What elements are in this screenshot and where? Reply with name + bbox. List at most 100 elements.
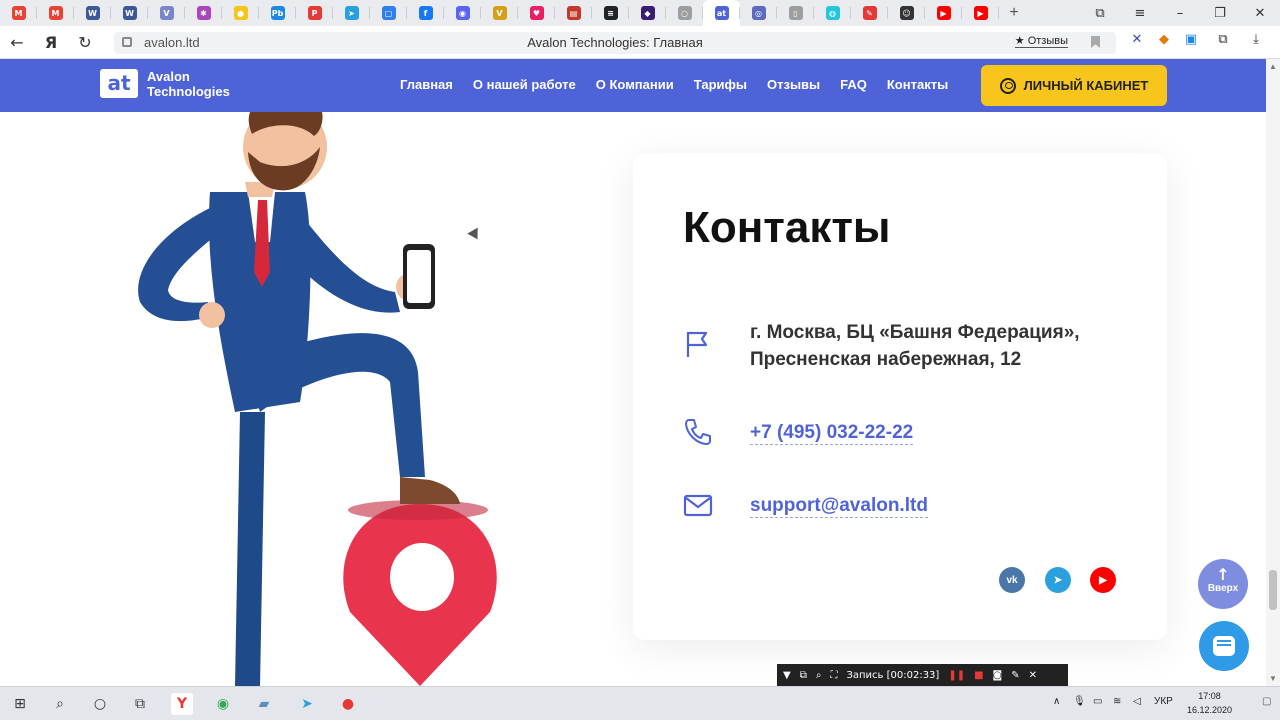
browser-tab[interactable]: ◎ — [740, 0, 777, 26]
nav-link-work[interactable]: О нашей работе — [473, 77, 576, 92]
nav-link-home[interactable]: Главная — [400, 77, 453, 92]
browser-tab[interactable]: ○ — [666, 0, 703, 26]
chrome-icon[interactable]: ◉ — [212, 693, 234, 715]
youtube-icon[interactable]: ▶ — [1090, 567, 1116, 593]
browser-tab[interactable]: ➤ — [333, 0, 370, 26]
download-icon[interactable]: ⤓ — [1247, 31, 1265, 49]
browser-tab[interactable]: ♥ — [518, 0, 555, 26]
minimize-icon[interactable]: – — [1160, 6, 1200, 21]
businessman-illustration — [138, 112, 497, 686]
pause-icon[interactable]: ❚❚ — [948, 670, 965, 681]
pinwheel-icon: ✱ — [196, 6, 211, 20]
new-tab-button[interactable]: + — [999, 4, 1029, 22]
browser-tab[interactable]: ✎ — [851, 0, 888, 26]
cortana-icon[interactable]: ○ — [89, 693, 111, 715]
browser-tab[interactable]: ◍ — [814, 0, 851, 26]
taskbar-clock[interactable]: 17:08 16.12.2020 — [1187, 689, 1232, 717]
nav-link-company[interactable]: О Компании — [596, 77, 674, 92]
region-icon[interactable]: ⛶ — [830, 670, 837, 681]
main-nav: Главная О нашей работе О Компании Тарифы… — [400, 77, 968, 92]
battery-icon[interactable]: ▭ — [1093, 696, 1102, 707]
browser-tab[interactable]: ▢ — [370, 0, 407, 26]
close-icon[interactable]: ✕ — [1240, 6, 1280, 21]
browser-tab[interactable]: ☺ — [888, 0, 925, 26]
metamask-icon[interactable]: ◆ — [1155, 31, 1173, 49]
wifi-icon[interactable]: ≋ — [1113, 696, 1121, 707]
browser-tab[interactable]: ◉ — [444, 0, 481, 26]
extension-icon[interactable]: ✕ — [1128, 31, 1146, 49]
chat-widget-button[interactable] — [1199, 621, 1249, 671]
personal-cabinet-button[interactable]: ЛИЧНЫЙ КАБИНЕТ — [981, 65, 1167, 106]
email-link[interactable]: support@avalon.ltd — [750, 495, 928, 518]
nav-link-contacts[interactable]: Контакты — [887, 77, 948, 92]
phone-link[interactable]: +7 (495) 032-22-22 — [750, 422, 914, 445]
stop-icon[interactable]: ■ — [974, 670, 983, 681]
browser-tab[interactable]: M — [37, 0, 74, 26]
notifications-icon[interactable]: ▢ — [1262, 696, 1271, 707]
browser-tab[interactable]: ▯ — [777, 0, 814, 26]
scroll-down-icon[interactable]: ▼ — [1269, 674, 1277, 683]
volume-icon[interactable]: ◁ — [1133, 696, 1141, 707]
browser-tab[interactable]: V — [148, 0, 185, 26]
browser-tab[interactable]: at — [703, 0, 740, 26]
translate-icon[interactable]: ⧉ — [1214, 31, 1232, 49]
browser-tab[interactable]: ▶ — [962, 0, 999, 26]
back-arrow-icon[interactable]: ← — [0, 33, 34, 52]
telegram-taskbar-icon[interactable]: ➤ — [296, 693, 318, 715]
zoom-icon[interactable]: ⌕ — [816, 670, 822, 681]
tray-chevron-icon[interactable]: ∧ — [1053, 696, 1060, 707]
browser-tab[interactable]: ◆ — [629, 0, 666, 26]
browser-tab[interactable]: W — [111, 0, 148, 26]
url-field[interactable]: avalon.ltd Avalon Technologies: Главная … — [114, 32, 1116, 54]
browser-tab[interactable]: f — [407, 0, 444, 26]
recorder-taskbar-icon[interactable]: ● — [337, 693, 359, 715]
scrollbar-thumb[interactable] — [1269, 570, 1277, 610]
menu-icon[interactable]: ≡ — [1120, 6, 1160, 21]
browser-tab[interactable]: V — [481, 0, 518, 26]
chat-icon: ▢ — [381, 6, 396, 20]
browser-tab[interactable]: P — [296, 0, 333, 26]
restore-icon[interactable]: ❐ — [1200, 6, 1240, 21]
browser-tab[interactable]: ▤ — [555, 0, 592, 26]
yandex-browser-icon[interactable]: Y — [171, 693, 193, 715]
browser-tab[interactable]: M — [0, 0, 37, 26]
collections-icon[interactable]: ⧉ — [1080, 6, 1120, 21]
scroll-top-button[interactable]: ↑ Вверх — [1198, 559, 1248, 609]
task-view-icon[interactable]: ⧉ — [129, 693, 151, 715]
nav-link-reviews[interactable]: Отзывы — [767, 77, 820, 92]
window-icon[interactable]: ⧉ — [800, 670, 807, 681]
scroll-up-icon[interactable]: ▲ — [1269, 62, 1277, 71]
telegram-icon[interactable]: ➤ — [1045, 567, 1071, 593]
reviews-chip[interactable]: ★ Отзывы — [1014, 34, 1068, 48]
language-indicator[interactable]: УКР — [1154, 696, 1173, 707]
vk-icon[interactable]: vk — [999, 567, 1025, 593]
browser-tab[interactable]: ● — [222, 0, 259, 26]
logo-icon[interactable]: at — [100, 69, 138, 98]
camera-icon[interactable]: ◙ — [993, 670, 1003, 681]
search-icon[interactable]: ⌕ — [49, 693, 71, 715]
address-text: г. Москва, БЦ «Башня Федерация», Преснен… — [750, 319, 1130, 373]
browser-tab[interactable]: ✱ — [185, 0, 222, 26]
flag-icon — [686, 331, 708, 357]
browser-tab[interactable]: ▶ — [925, 0, 962, 26]
browser-tab[interactable]: Pb — [259, 0, 296, 26]
browser-tab[interactable]: ≡ — [592, 0, 629, 26]
files-icon[interactable]: ▰ — [253, 693, 275, 715]
email-icon — [683, 494, 713, 517]
microphone-icon[interactable]: 🎙 — [1073, 696, 1086, 707]
dropdown-icon[interactable]: ▼ — [783, 670, 791, 681]
reload-icon[interactable]: ↻ — [68, 33, 102, 52]
avalon-icon: at — [714, 6, 729, 20]
close-recorder-icon[interactable]: ✕ — [1029, 670, 1037, 681]
browser-tab[interactable]: W — [74, 0, 111, 26]
telegram-icon: ➤ — [344, 6, 359, 20]
logo-text[interactable]: Avalon Technologies — [147, 69, 257, 99]
windows-start-icon[interactable]: ⊞ — [9, 693, 31, 715]
pen-icon[interactable]: ✎ — [1011, 670, 1019, 681]
scroll-top-label: Вверх — [1207, 583, 1239, 594]
extension-badge-icon[interactable]: ▣ — [1182, 31, 1200, 49]
nav-link-faq[interactable]: FAQ — [840, 77, 867, 92]
yandex-icon[interactable]: Я — [34, 33, 68, 52]
page-scrollbar[interactable]: ▲ ▼ — [1266, 59, 1280, 686]
nav-link-tariffs[interactable]: Тарифы — [694, 77, 747, 92]
